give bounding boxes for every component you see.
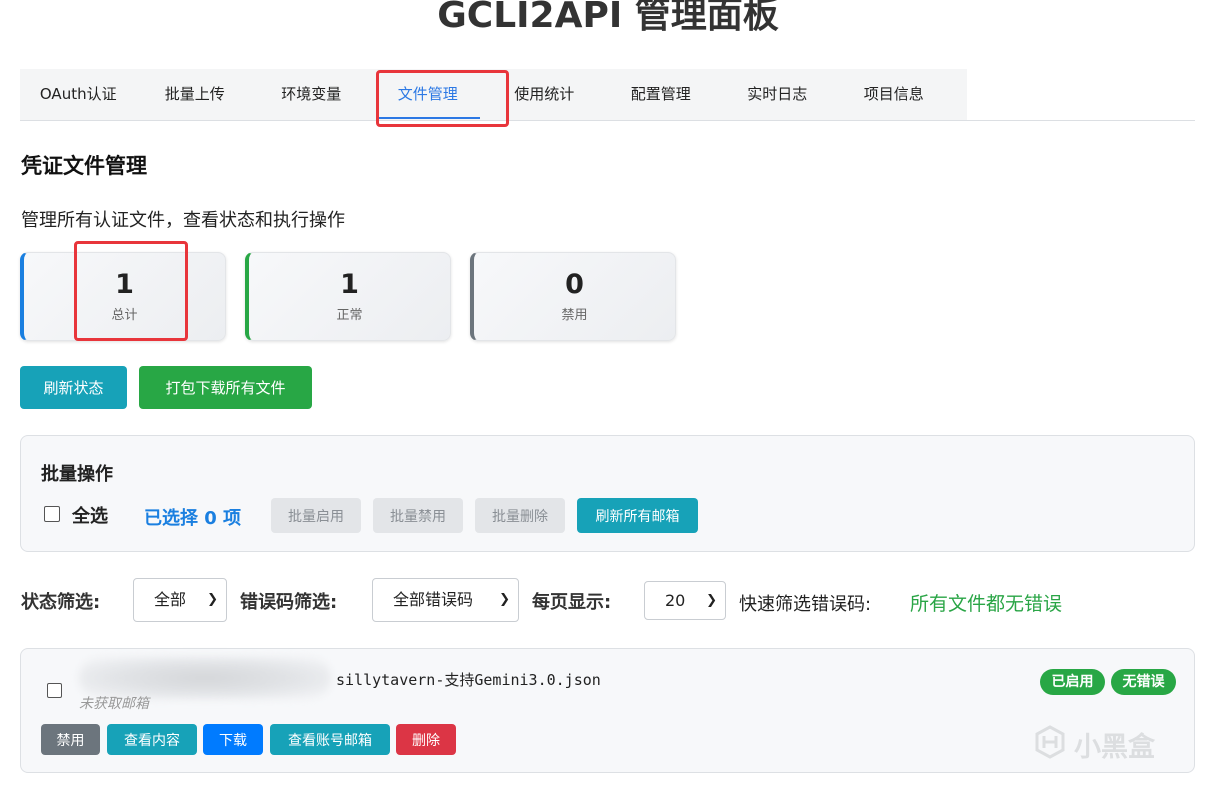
chevron-down-icon: ❯ bbox=[499, 592, 510, 607]
status-filter-label: 状态筛选: bbox=[21, 592, 101, 613]
page-title: GCLI2API 管理面板 bbox=[437, 0, 779, 36]
stat-total-value: 1 bbox=[115, 269, 134, 300]
page-size-select[interactable]: 20 ❯ bbox=[644, 581, 726, 620]
error-filter-label: 错误码筛选: bbox=[240, 592, 338, 613]
batch-delete-button[interactable]: 批量删除 bbox=[475, 498, 565, 533]
watermark-text: 小黑盒 bbox=[1074, 732, 1155, 763]
delete-button[interactable]: 删除 bbox=[396, 724, 456, 755]
status-badge-no-error: 无错误 bbox=[1111, 669, 1176, 695]
watermark: 小黑盒 bbox=[1030, 722, 1180, 763]
tab-config[interactable]: 配置管理 bbox=[603, 69, 720, 120]
refresh-all-emails-button[interactable]: 刷新所有邮箱 bbox=[577, 498, 698, 533]
quick-filter-label: 快速筛选错误码: bbox=[739, 594, 872, 615]
stat-normal-value: 1 bbox=[340, 269, 359, 300]
error-filter-select[interactable]: 全部错误码 ❯ bbox=[372, 578, 519, 622]
tab-divider bbox=[20, 120, 1195, 121]
select-all-label: 全选 bbox=[72, 506, 108, 527]
section-description: 管理所有认证文件，查看状态和执行操作 bbox=[21, 210, 345, 231]
active-tab-indicator bbox=[375, 117, 480, 119]
view-content-button[interactable]: 查看内容 bbox=[107, 724, 197, 755]
quick-filter-status: 所有文件都无错误 bbox=[910, 593, 1063, 615]
view-email-button[interactable]: 查看账号邮箱 bbox=[270, 724, 390, 755]
disable-button[interactable]: 禁用 bbox=[41, 724, 100, 755]
batch-enable-button[interactable]: 批量启用 bbox=[271, 498, 361, 533]
email-status: 未获取邮箱 bbox=[79, 696, 149, 712]
batch-operations-panel: 批量操作 全选 已选择 0 项 批量启用 批量禁用 批量删除 刷新所有邮箱 bbox=[20, 435, 1195, 552]
stat-card-normal: 1 正常 bbox=[245, 252, 451, 341]
tab-usage-stats[interactable]: 使用统计 bbox=[486, 69, 603, 120]
stat-disabled-label: 禁用 bbox=[561, 308, 588, 323]
refresh-status-button[interactable]: 刷新状态 bbox=[20, 366, 127, 409]
file-select-checkbox[interactable] bbox=[47, 683, 62, 698]
tab-batch-upload[interactable]: 批量上传 bbox=[137, 69, 254, 120]
download-all-button[interactable]: 打包下载所有文件 bbox=[139, 366, 312, 409]
stat-normal-label: 正常 bbox=[336, 308, 363, 323]
selected-count: 已选择 0 项 bbox=[144, 508, 242, 529]
stat-total-label: 总计 bbox=[111, 308, 138, 323]
status-badge-enabled: 已启用 bbox=[1040, 669, 1105, 695]
tab-live-logs[interactable]: 实时日志 bbox=[719, 69, 836, 120]
select-all-checkbox[interactable] bbox=[44, 506, 60, 522]
batch-title: 批量操作 bbox=[41, 464, 113, 485]
batch-disable-button[interactable]: 批量禁用 bbox=[373, 498, 463, 533]
stat-card-disabled: 0 禁用 bbox=[470, 252, 676, 341]
section-title: 凭证文件管理 bbox=[21, 154, 147, 178]
tab-env-vars[interactable]: 环境变量 bbox=[253, 69, 370, 120]
stat-card-total: 1 总计 bbox=[20, 252, 226, 341]
file-row: sillytavern-支持Gemini3.0.json 未获取邮箱 已启用 无… bbox=[20, 648, 1195, 773]
page-size-label: 每页显示: bbox=[532, 592, 612, 613]
stat-disabled-value: 0 bbox=[565, 269, 584, 300]
tab-project-info[interactable]: 项目信息 bbox=[836, 69, 953, 120]
tab-oauth[interactable]: OAuth认证 bbox=[20, 69, 137, 120]
tab-file-management[interactable]: 文件管理 bbox=[370, 69, 487, 120]
heybox-logo-icon bbox=[1035, 725, 1065, 759]
download-button[interactable]: 下载 bbox=[203, 724, 263, 755]
tab-bar: OAuth认证 批量上传 环境变量 文件管理 使用统计 配置管理 实时日志 项目… bbox=[20, 69, 967, 120]
file-name: sillytavern-支持Gemini3.0.json bbox=[336, 671, 601, 689]
status-filter-select[interactable]: 全部 ❯ bbox=[133, 578, 227, 622]
chevron-down-icon: ❯ bbox=[706, 593, 717, 608]
chevron-down-icon: ❯ bbox=[207, 592, 218, 607]
